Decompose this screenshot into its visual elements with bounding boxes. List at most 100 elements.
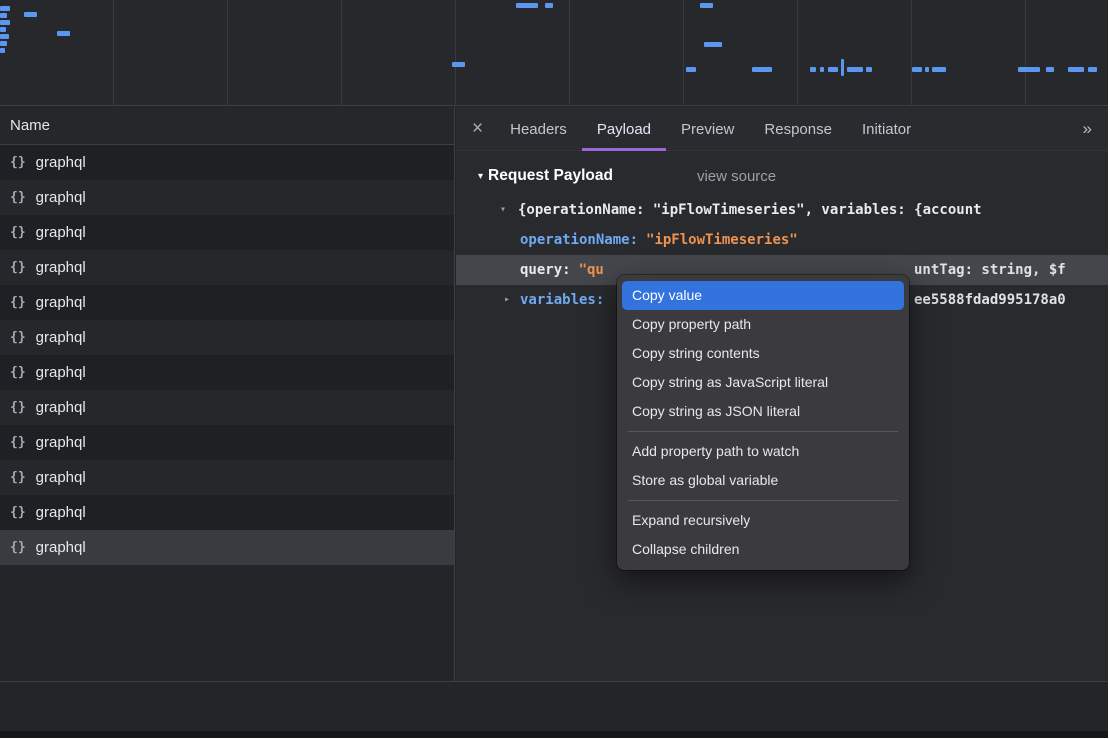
timeline-request-bar [1018,67,1040,72]
json-braces-icon: {} [10,155,26,170]
timeline-request-bar [847,67,863,72]
timeline-request-bar [545,3,553,8]
request-name: graphql [36,154,86,171]
context-menu-item[interactable]: Copy string as JSON literal [622,397,904,426]
json-braces-icon: {} [10,225,26,240]
request-name: graphql [36,294,86,311]
property-key: variables: [520,292,604,308]
network-overview-timeline[interactable] [0,0,1108,106]
name-column-header[interactable]: Name [0,107,454,145]
tab-strip: HeadersPayloadPreviewResponseInitiator [495,107,926,151]
request-name: graphql [36,364,86,381]
timeline-request-bar [700,3,713,8]
expander-open-icon[interactable]: ▾ [500,195,506,225]
timeline-request-bar [810,67,816,72]
details-tab-bar: × HeadersPayloadPreviewResponseInitiator… [456,107,1108,151]
view-source-link[interactable]: view source [697,168,776,185]
timeline-request-bar [0,6,10,11]
property-value-right: ee5588fdad995178a0 [914,285,1066,315]
expander-closed-icon[interactable]: ▸ [504,285,510,315]
json-braces-icon: {} [10,330,26,345]
tab-response[interactable]: Response [749,107,847,151]
timeline-gridline [683,0,684,105]
property-value-left: "qu [579,262,604,278]
json-braces-icon: {} [10,190,26,205]
timeline-gridline [455,0,456,105]
context-menu-item[interactable]: Collapse children [622,535,904,564]
list-item[interactable]: {}graphql [0,250,454,285]
request-list: {} graphql {} graphql {} graphql {} graphql {} gr… [0,145,454,565]
tab-preview[interactable]: Preview [666,107,749,151]
close-icon[interactable]: × [470,118,495,140]
request-name: graphql [36,434,86,451]
json-braces-icon: {} [10,295,26,310]
timeline-request-bar [0,41,7,46]
json-braces-icon: {} [10,365,26,380]
collapse-triangle-icon[interactable]: ▾ [478,171,483,182]
timeline-request-bar [1046,67,1054,72]
context-menu-item[interactable]: Add property path to watch [622,437,904,466]
list-item[interactable]: {} graphql [0,390,454,425]
timeline-request-bar [752,67,772,72]
request-name: graphql [36,189,86,206]
list-item[interactable]: {} graphql [0,460,454,495]
timeline-request-bar [925,67,929,72]
json-braces-icon: {} [10,400,26,415]
network-request-list-pane: Name {}graphql{}graphql{}graphql{}graphq… [0,107,455,681]
context-menu-item[interactable]: Store as global variable [622,466,904,495]
timeline-request-bar [0,34,9,39]
more-tabs-icon[interactable]: » [1067,119,1108,139]
request-name: graphql [36,329,86,346]
property-key: query: [520,262,571,278]
tab-payload[interactable]: Payload [582,107,666,151]
tree-row-root[interactable]: ▾ {operationName: "ipFlowTimeseries", va… [456,195,1108,225]
timeline-gridline [1025,0,1026,105]
list-item[interactable]: {} graphql [0,355,454,390]
window-bottom-edge [0,731,1108,738]
list-item[interactable]: {} graphql [0,180,454,215]
json-braces-icon: {} [10,435,26,450]
list-item[interactable]: {} graphql [0,285,454,320]
timeline-gridline [797,0,798,105]
tab-initiator[interactable]: Initiator [847,107,926,151]
json-braces-icon: {} [10,505,26,520]
timeline-request-bar [0,27,6,32]
context-menu-item[interactable]: Copy string as JavaScript literal [622,368,904,397]
timeline-request-bar [452,62,465,67]
timeline-request-bar [932,67,946,72]
context-menu-item[interactable]: Copy string contents [622,339,904,368]
list-item[interactable]: {}graphql [0,495,454,530]
context-menu-item[interactable]: Copy value [622,281,904,310]
list-item[interactable]: {} graphql [0,530,454,565]
tree-row-operation-name[interactable]: operationName:"ipFlowTimeseries" [456,225,1108,255]
timeline-request-bar [704,42,722,47]
timeline-gridline [227,0,228,105]
context-menu-item[interactable]: Expand recursively [622,506,904,535]
list-item[interactable]: {} graphql [0,145,454,180]
timeline-gridline [569,0,570,105]
list-item[interactable]: {} graphql [0,215,454,250]
property-value: "ipFlowTimeseries" [646,232,798,248]
timeline-request-bar [828,67,838,72]
list-item[interactable]: {} graphql [0,320,454,355]
json-braces-icon: {} [10,540,26,555]
timeline-request-bar [0,13,7,18]
request-name: graphql [36,469,86,486]
json-braces-icon: {} [10,470,26,485]
root-preview-text: {operationName: "ipFlowTimeseries", vari… [518,202,982,218]
menu-separator [628,500,898,501]
timeline-request-bar [912,67,922,72]
name-column-label: Name [10,117,50,134]
request-name: graphql [36,539,86,556]
property-value-right: untTag: string, $f [914,255,1066,285]
network-summary-bar [0,681,1108,731]
request-name: graphql [36,224,86,241]
context-menu-item[interactable]: Copy property path [622,310,904,339]
tab-headers[interactable]: Headers [495,107,582,151]
section-title: Request Payload [488,167,613,185]
timeline-request-bar [866,67,872,72]
timeline-request-bar [0,48,5,53]
request-name: graphql [36,399,86,416]
menu-separator [628,431,898,432]
list-item[interactable]: {} graphql [0,425,454,460]
